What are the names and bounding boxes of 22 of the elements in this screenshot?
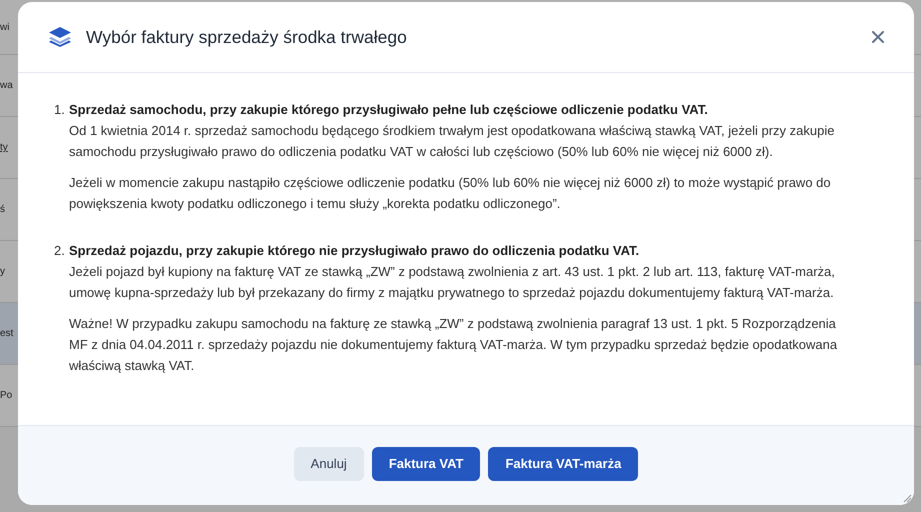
- table-cell: Po: [0, 390, 12, 401]
- paragraph: Ważne! W przypadku zakupu samochodu na fakturę ze stawką „ZW” z podstawą zwolnienia paragraf 13 ust. 1 pkt. 5 Rozporządzenia MF z dnia 04.04.2011 r. sprzedaży pojazdu nie dokumentujemy fakturą VAT-marża. W tym przypadku sprzedaż będzie opodatkowana właściwą stawką VAT.: [69, 315, 838, 375]
- link[interactable]: ty: [0, 142, 8, 153]
- paragraph: Od 1 kwietnia 2014 r. sprzedaż samochodu będącego środkiem trwałym jest opodatkowana właściwą stawką VAT, jeżeli przy zakupie samochodu przysługiwało prawo do odliczenia podatku VAT w całości lub częściowo (50% lub 60% nie więcej niż 6000 zł).: [69, 122, 836, 161]
- table-cell: wa: [0, 80, 13, 91]
- paragraph: Jeżeli pojazd był kupiony na fakturę VAT ze stawką „ZW” z podstawą zwolnienia z art. 43 ust. 1 pkt. 2 lub art. 113, fakturę VAT-marża, umowę kupna-sprzedaży lub był przekazany do firmy z majątku prywatnego to sprzedaż pojazdu dokumentujemy fakturą VAT-marża.: [69, 263, 836, 302]
- list-number: 1.: [54, 101, 66, 119]
- paragraph: Jeżeli w momencie zakupu nastąpiło częściowe odliczenie podatku (50% lub 60% nie więcej niż 6000 zł) to może wystąpić prawo do powiększenia kwoty podatku odliczonego i temu służy „korekta podatku odliczonego”.: [69, 174, 832, 213]
- dialog-title: Wybór faktury sprzedaży środka trwałego: [86, 26, 408, 48]
- table-cell: y: [0, 266, 5, 277]
- table-cell: ś: [0, 204, 5, 215]
- invoice-button[interactable]: Faktura VAT-marża: [488, 446, 638, 480]
- cancel-button[interactable]: Anuluj: [294, 446, 364, 480]
- layers-icon: [48, 26, 72, 48]
- table-cell: wi: [0, 22, 10, 32]
- table-cell: est: [0, 328, 14, 339]
- list-number: 2.: [54, 242, 66, 260]
- resize-grip-icon[interactable]: [902, 493, 912, 503]
- invoice-button[interactable]: Faktura VAT: [372, 446, 480, 480]
- section-heading: Sprzedaż pojazdu, przy zakupie którego nie przysługiwało prawo do odliczenia podatku VAT.: [69, 242, 640, 260]
- section-heading: Sprzedaż samochodu, przy zakupie którego przysługiwało pełne lub częściowe odliczenie podatku VAT.: [69, 101, 709, 119]
- close-icon[interactable]: [872, 31, 884, 43]
